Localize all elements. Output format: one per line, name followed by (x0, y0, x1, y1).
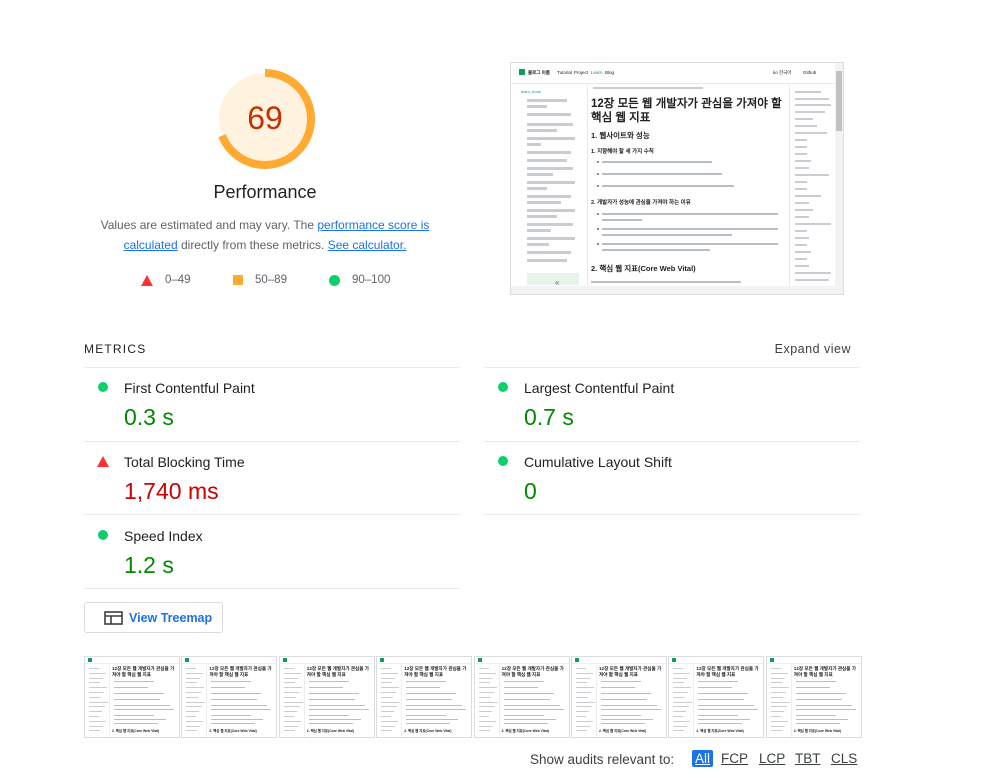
legend-range-good: 90–100 (352, 274, 391, 286)
filmstrip-frame-section: 2. 핵심 웹 지표(Core Web Vital) (696, 729, 744, 733)
filmstrip-frame-title: 12장 모든 웹 개발자가 관심을 가져야 할 핵심 웹 지표 (209, 666, 272, 677)
screenshot-subsection-1: 1. 지향해야 할 세 가지 수칙 (591, 149, 654, 155)
filmstrip-frame-section: 2. 핵심 웹 지표(Core Web Vital) (599, 729, 647, 733)
view-treemap-button[interactable]: View Treemap (84, 602, 223, 633)
circle-icon (329, 274, 340, 286)
logo-icon (282, 658, 287, 662)
filmstrip-frame: 12장 모든 웹 개발자가 관심을 가져야 할 핵심 웹 지표 2. 핵심 웹 지… (84, 656, 180, 738)
filmstrip-frame-title: 12장 모든 웹 개발자가 관심을 가져야 할 핵심 웹 지표 (793, 666, 857, 677)
metric-value-lcp: 0.7 s (524, 404, 574, 430)
metrics-heading: METRICS (84, 342, 147, 356)
filmstrip-frame-title: 12장 모든 웹 개발자가 관심을 가져야 할 핵심 웹 지표 (696, 666, 759, 677)
good-metric-icon (98, 382, 108, 392)
performance-score: 69 (247, 100, 283, 136)
legend-range-average: 50–89 (255, 274, 287, 286)
filter-fcp[interactable]: FCP (718, 750, 751, 767)
filmstrip-frame-title: 12장 모든 웹 개발자가 관심을 가져야 할 핵심 웹 지표 (112, 666, 175, 677)
metric-name-tbt: Total Blocking Time (124, 454, 245, 470)
good-metric-icon (498, 456, 508, 466)
metric-value-si: 1.2 s (124, 552, 174, 578)
filmstrip-frame: 12장 모든 웹 개발자가 관심을 가져야 할 핵심 웹 지표 2. 핵심 웹 지… (376, 656, 473, 738)
logo-icon (185, 658, 190, 662)
screenshot-nav-link: Project (574, 70, 589, 75)
treemap-icon (104, 611, 123, 625)
filmstrip-frame-section: 2. 핵심 웹 지표(Core Web Vital) (306, 729, 355, 733)
legend-range-poor: 0–49 (165, 274, 191, 286)
logo-icon (477, 658, 482, 662)
legend-item-poor: 0–49 (141, 274, 191, 286)
filter-tbt[interactable]: TBT (792, 750, 824, 767)
filmstrip-frame: 12장 모든 웹 개발자가 관심을 가져야 할 핵심 웹 지표 2. 핵심 웹 지… (571, 656, 667, 738)
logo-icon (672, 658, 677, 662)
final-screenshot[interactable]: 블로그 이름 Tutorial Project Learn Blog ko 한국… (510, 62, 844, 295)
screenshot-github: Github (803, 70, 817, 75)
show-audits-label: Show audits relevant to: (530, 752, 675, 767)
logo-icon (519, 69, 525, 75)
filmstrip-frame: 12장 모든 웹 개발자가 관심을 가져야 할 핵심 웹 지표 2. 핵심 웹 지… (181, 656, 278, 738)
screenshot-nav-link: Blog (605, 70, 615, 75)
screenshot-scrollbar (835, 63, 843, 294)
screenshot-toc (789, 85, 836, 290)
view-treemap-label: View Treemap (129, 611, 213, 625)
square-icon (233, 275, 243, 285)
screenshot-nav-link: Tutorial (557, 70, 572, 75)
filmstrip-frame-title: 12장 모든 웹 개발자가 관심을 가져야 할 핵심 웹 지표 (501, 666, 564, 677)
description-text-1: Values are estimated and may vary. The (100, 218, 318, 232)
screenshot-subsection-2: 2. 개발자가 성능에 관심을 가져야 하는 이유 (591, 200, 691, 206)
logo-icon (575, 658, 579, 662)
filmstrip-frame-title: 12장 모든 웹 개발자가 관심을 가져야 할 핵심 웹 지표 (404, 666, 467, 677)
filmstrip-frame-section: 2. 핵심 웹 지표(Core Web Vital) (112, 729, 160, 733)
screenshot-section-1: 1. 웹사이트와 성능 (591, 131, 650, 140)
filmstrip-frame: 12장 모든 웹 개발자가 관심을 가져야 할 핵심 웹 지표 2. 핵심 웹 지… (473, 656, 570, 738)
metric-name-si: Speed Index (124, 528, 203, 544)
filmstrip-frame-section: 2. 핵심 웹 지표(Core Web Vital) (793, 729, 842, 733)
filmstrip-frame: 12장 모든 웹 개발자가 관심을 가져야 할 핵심 웹 지표 2. 핵심 웹 지… (765, 656, 862, 738)
metric-name-fcp: First Contentful Paint (124, 380, 255, 396)
description-text-2: directly from these metrics. (177, 238, 328, 252)
legend-item-average: 50–89 (233, 274, 287, 286)
sidebar-active-item (527, 273, 579, 285)
logo-icon (769, 658, 774, 662)
metric-name-lcp: Largest Contentful Paint (524, 380, 675, 396)
good-metric-icon (498, 382, 508, 392)
screenshot-sidebar: learn_book « (515, 85, 588, 290)
metric-value-cls: 0 (524, 478, 537, 504)
screenshot-navbar: 블로그 이름 Tutorial Project Learn Blog ko 한국… (511, 63, 843, 84)
expand-view-toggle[interactable]: Expand view (760, 342, 851, 356)
filmstrip-frame-title: 12장 모든 웹 개발자가 관심을 가져야 할 핵심 웹 지표 (306, 666, 370, 677)
filter-lcp[interactable]: LCP (756, 750, 788, 767)
metric-name-cls: Cumulative Layout Shift (524, 454, 672, 470)
poor-metric-icon (97, 456, 109, 467)
triangle-icon (141, 274, 153, 286)
screenshot-brand: 블로그 이름 (528, 70, 550, 75)
screenshot-content: 12장 모든 웹 개발자가 관심을 가져야 할 핵심 웹 지표 1. 웹사이트와… (591, 85, 783, 290)
filmstrip-frame-section: 2. 핵심 웹 지표(Core Web Vital) (501, 729, 549, 733)
score-description: Values are estimated and may vary. The p… (88, 215, 442, 255)
filmstrip-frame-section: 2. 핵심 웹 지표(Core Web Vital) (209, 729, 257, 733)
filmstrip-frame: 12장 모든 웹 개발자가 관심을 가져야 할 핵심 웹 지표 2. 핵심 웹 지… (668, 656, 765, 738)
logo-icon (88, 658, 92, 662)
metric-value-tbt: 1,740 ms (124, 478, 219, 504)
see-calculator-link[interactable]: See calculator. (328, 238, 407, 252)
filter-all[interactable]: All (692, 750, 714, 767)
filmstrip-frame: 12장 모든 웹 개발자가 관심을 가져야 할 핵심 웹 지표 2. 핵심 웹 지… (278, 656, 375, 738)
screenshot-hscrollbar (511, 286, 837, 294)
sidebar-title: learn_book (521, 89, 541, 94)
metric-value-fcp: 0.3 s (124, 404, 174, 430)
filmstrip-frame-section: 2. 핵심 웹 지표(Core Web Vital) (404, 729, 452, 733)
legend-item-good: 90–100 (329, 274, 390, 286)
screenshot-language: ko 한국어 (773, 70, 792, 75)
filter-cls[interactable]: CLS (828, 750, 860, 767)
filmstrip-frame-title: 12장 모든 웹 개발자가 관심을 가져야 할 핵심 웹 지표 (599, 666, 662, 677)
good-metric-icon (98, 530, 108, 540)
logo-icon (380, 658, 385, 662)
screenshot-nav-link: Learn (591, 70, 603, 75)
screenshot-heading: 12장 모든 웹 개발자가 관심을 가져야 할 핵심 웹 지표 (591, 98, 782, 124)
performance-title: Performance (213, 182, 317, 202)
screenshot-section-2: 2. 핵심 웹 지표(Core Web Vital) (591, 264, 696, 273)
